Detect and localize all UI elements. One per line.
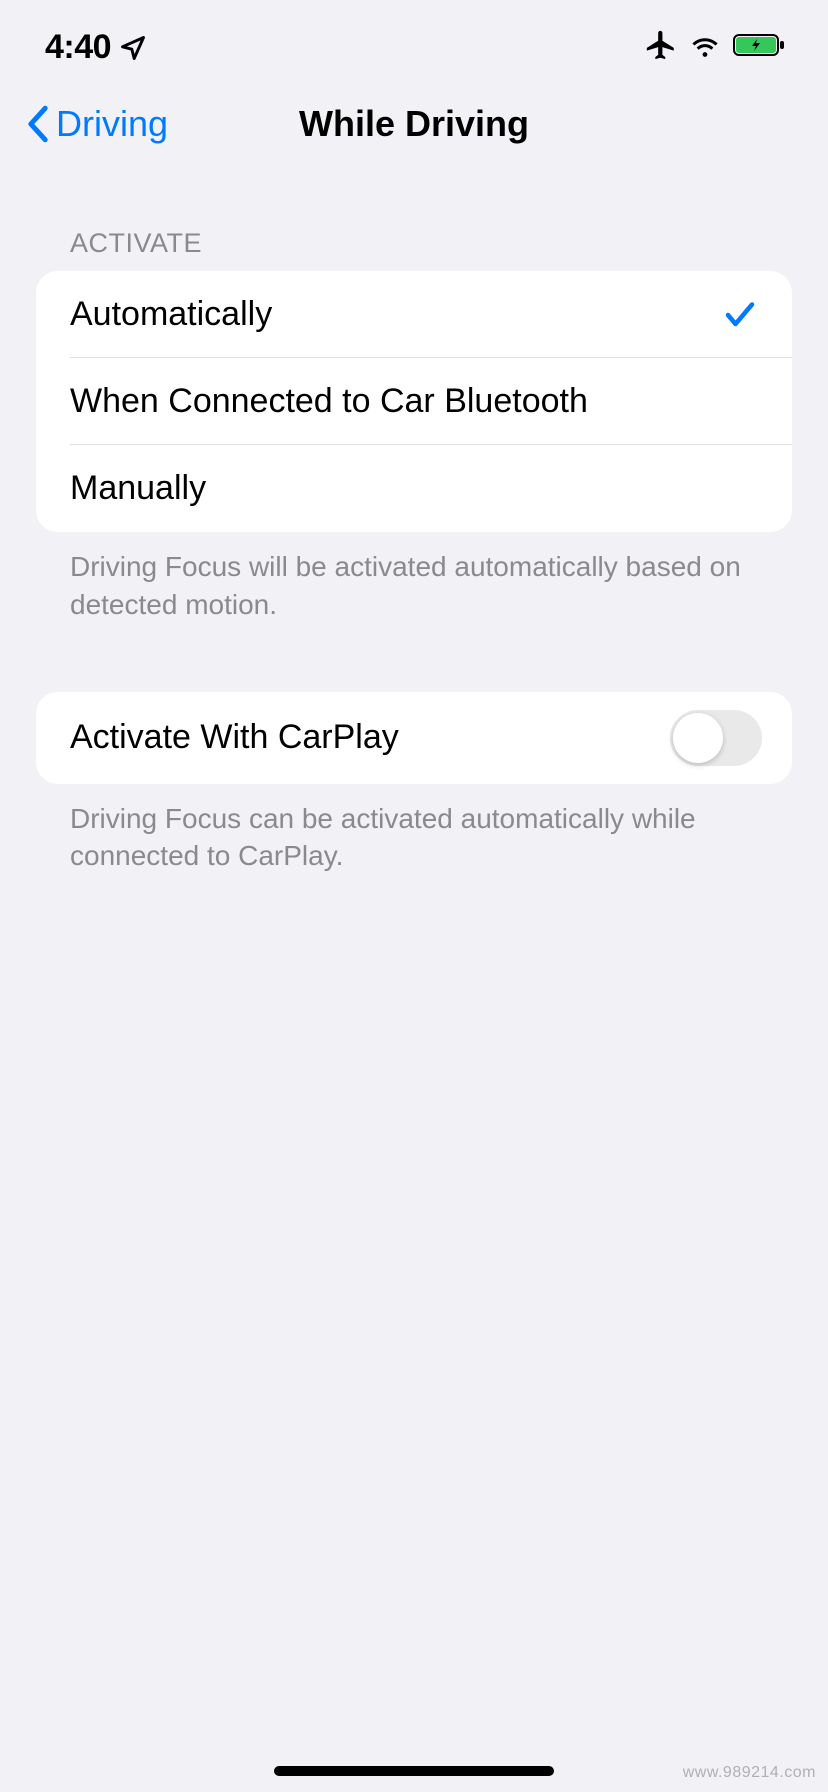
option-manually[interactable]: Manually (36, 445, 792, 532)
option-automatically[interactable]: Automatically (36, 271, 792, 358)
back-button[interactable]: Driving (24, 103, 168, 145)
carplay-toggle-row: Activate With CarPlay (36, 692, 792, 784)
back-label: Driving (56, 103, 168, 145)
activate-section-footer: Driving Focus will be activated automati… (0, 532, 828, 624)
chevron-left-icon (24, 104, 52, 144)
airplane-mode-icon (644, 28, 678, 67)
carplay-group: Activate With CarPlay (36, 692, 792, 784)
option-label: Manually (70, 469, 206, 508)
status-left: 4:40 (45, 28, 147, 67)
option-label: Automatically (70, 295, 272, 334)
status-time: 4:40 (45, 28, 111, 67)
carplay-section-footer: Driving Focus can be activated automatic… (0, 784, 828, 876)
option-bluetooth[interactable]: When Connected to Car Bluetooth (36, 358, 792, 445)
carplay-label: Activate With CarPlay (70, 718, 399, 757)
navigation-bar: Driving While Driving (0, 80, 828, 168)
activate-options-list: Automatically When Connected to Car Blue… (36, 271, 792, 532)
watermark: www.989214.com (683, 1764, 816, 1782)
battery-charging-icon (732, 31, 788, 64)
status-bar: 4:40 (0, 0, 828, 80)
option-label: When Connected to Car Bluetooth (70, 382, 588, 421)
toggle-knob (673, 713, 723, 763)
wifi-icon (688, 31, 722, 64)
carplay-toggle[interactable] (670, 710, 762, 766)
checkmark-icon (722, 297, 758, 333)
page-title: While Driving (299, 103, 529, 145)
home-indicator[interactable] (274, 1766, 554, 1776)
activate-section-header: ACTIVATE (0, 168, 828, 271)
location-arrow-icon (119, 34, 147, 62)
status-right (644, 28, 788, 67)
